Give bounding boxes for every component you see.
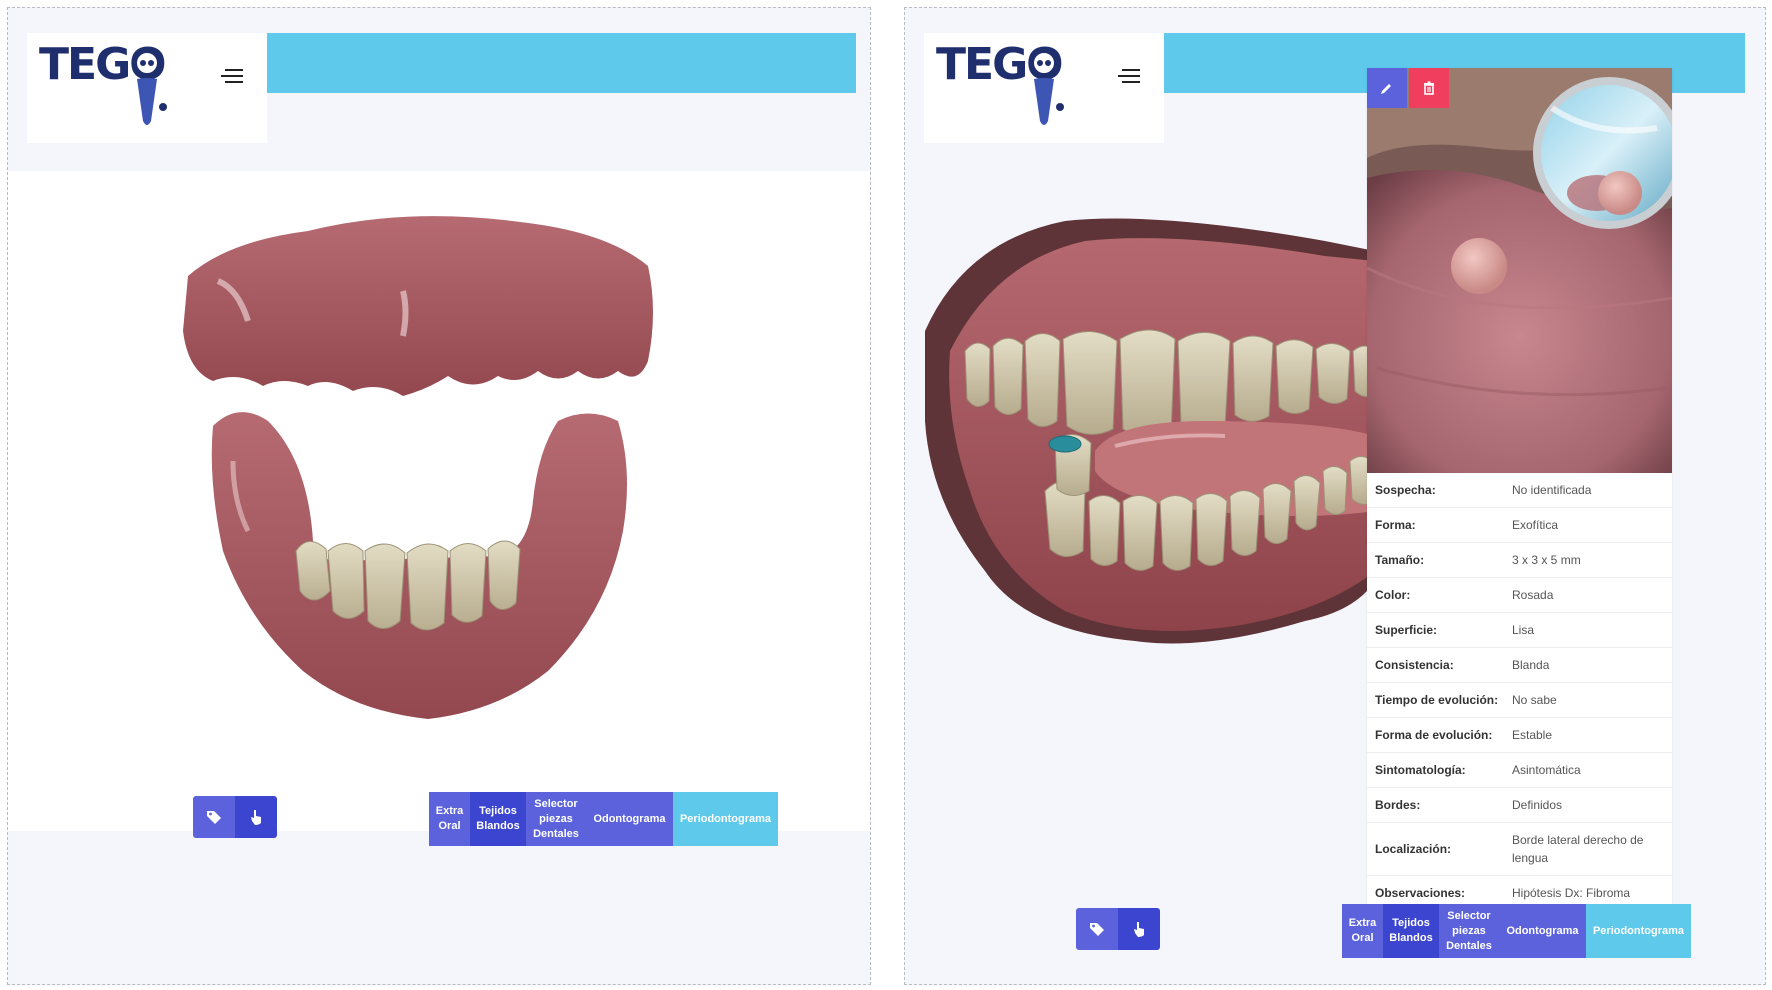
tab-selector-piezas-dentales[interactable]: Selector piezas Dentales [1439, 904, 1499, 958]
delete-button[interactable] [1409, 68, 1449, 108]
edit-button[interactable] [1367, 68, 1407, 108]
logo: TEGO [27, 33, 267, 143]
logo-figure-icon [133, 49, 167, 125]
clinical-photo [1367, 68, 1672, 473]
detail-row: Forma de evolución: Estable [1367, 718, 1672, 753]
pencil-icon [1381, 84, 1391, 94]
hand-pointer-button[interactable] [235, 796, 277, 838]
detail-row: Tiempo de evolución: No sabe [1367, 683, 1672, 718]
denture-model [183, 216, 653, 719]
detail-label: Superficie: [1375, 623, 1438, 637]
hand-pointer-icon [251, 810, 261, 825]
tab-odontograma[interactable]: Odontograma [586, 792, 673, 846]
tab-extra-oral[interactable]: Extra Oral [429, 792, 470, 846]
detail-value: Rosada [1512, 588, 1554, 602]
lesion-marker[interactable] [1048, 435, 1082, 453]
detail-label: Localización: [1375, 842, 1452, 856]
hand-pointer-icon [1134, 922, 1144, 937]
tab-periodontograma[interactable]: Periodontograma [673, 792, 778, 846]
tab-extra-oral[interactable]: Extra Oral [1342, 904, 1383, 958]
detail-value: Exofítica [1512, 518, 1559, 532]
detail-label: Sospecha: [1375, 483, 1436, 497]
lesion-info-card: Sospecha: No identificada Forma: Exofítica… [1367, 68, 1672, 910]
tag-button[interactable] [193, 796, 235, 838]
detail-value: Definidos [1512, 798, 1563, 812]
hamburger-menu-icon[interactable] [221, 65, 243, 83]
tab-odontograma[interactable]: Odontograma [1499, 904, 1586, 958]
right-app-panel: TEGO Sospecha: No identificada Forma: Ex… [904, 7, 1766, 985]
tab-tejidos-blandos[interactable]: Tejidos Blandos [470, 792, 526, 846]
detail-row: Superficie: Lisa [1367, 613, 1672, 648]
left-app-panel: TEGO Extra Oral Tejidos Blandos Selector… [7, 7, 871, 985]
logo: TEGO [924, 33, 1164, 143]
detail-value: 3 x 3 x 5 mm [1512, 553, 1581, 567]
detail-value: Lisa [1512, 623, 1535, 637]
tag-icon [207, 811, 221, 824]
detail-row: Tamaño: 3 x 3 x 5 mm [1367, 543, 1672, 578]
lesion-photo [1367, 68, 1672, 473]
detail-label: Tamaño: [1375, 553, 1425, 567]
detail-row: Bordes: Definidos [1367, 788, 1672, 823]
detail-row: Sintomatología: Asintomática [1367, 753, 1672, 788]
tool-buttons [193, 796, 277, 838]
tag-icon [1090, 923, 1104, 936]
detail-value: No sabe [1512, 693, 1557, 707]
detail-row: Color: Rosada [1367, 578, 1672, 613]
detail-value: Asintomática [1512, 763, 1581, 777]
3d-viewer-denture[interactable] [8, 171, 870, 831]
detail-value: Blanda [1512, 658, 1550, 672]
tag-button[interactable] [1076, 908, 1118, 950]
detail-label: Sintomatología: [1375, 763, 1466, 777]
module-tabs: Extra Oral Tejidos Blandos Selector piez… [429, 792, 778, 846]
top-bar [267, 33, 856, 93]
detail-label: Tiempo de evolución: [1375, 693, 1499, 707]
detail-value: Estable [1512, 728, 1553, 742]
detail-row: Consistencia: Blanda [1367, 648, 1672, 683]
detail-row: Sospecha: No identificada [1367, 473, 1672, 508]
detail-label: Forma de evolución: [1375, 728, 1493, 742]
module-tabs: Extra Oral Tejidos Blandos Selector piez… [1342, 904, 1691, 958]
tab-periodontograma[interactable]: Periodontograma [1586, 904, 1691, 958]
tab-selector-piezas-dentales[interactable]: Selector piezas Dentales [526, 792, 586, 846]
trash-icon [1424, 81, 1434, 95]
detail-label: Forma: [1375, 518, 1416, 532]
lesion-details-table: Sospecha: No identificada Forma: Exofítica… [1367, 473, 1672, 910]
hand-pointer-button[interactable] [1118, 908, 1160, 950]
tool-buttons [1076, 908, 1160, 950]
hamburger-menu-icon[interactable] [1118, 65, 1140, 83]
tab-tejidos-blandos[interactable]: Tejidos Blandos [1383, 904, 1439, 958]
detail-label: Bordes: [1375, 798, 1421, 812]
detail-label: Consistencia: [1375, 658, 1454, 672]
detail-value: No identificada [1512, 483, 1592, 497]
detail-label: Color: [1375, 588, 1411, 602]
detail-row: Forma: Exofítica [1367, 508, 1672, 543]
detail-value: Borde lateral derecho de lengua [1512, 833, 1644, 865]
logo-figure-icon [1030, 49, 1064, 125]
detail-row: Localización: Borde lateral derecho de le… [1367, 823, 1672, 876]
